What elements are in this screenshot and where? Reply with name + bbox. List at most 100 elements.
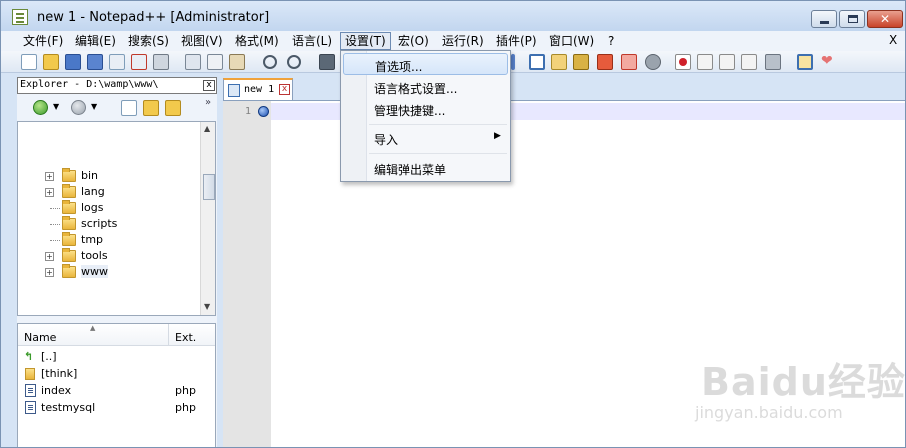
file-list-row[interactable]: ↰ [..] [18, 348, 215, 365]
tree-item[interactable]: scripts [18, 216, 200, 232]
play-multiple-icon[interactable] [741, 54, 757, 70]
close-window-button[interactable]: ✕ [867, 10, 903, 28]
menu-item-import[interactable]: 导入 ▶ [343, 127, 508, 149]
menu-item-style-configurator[interactable]: 语言格式设置... [343, 76, 508, 98]
file-icon [25, 401, 36, 414]
cut-icon[interactable] [185, 54, 201, 70]
play-macro-icon[interactable] [719, 54, 735, 70]
menu-settings[interactable]: 设置(T) [340, 32, 391, 50]
unsaved-file-icon [228, 84, 240, 97]
menu-item-label: 编辑弹出菜单 [374, 163, 447, 177]
menu-item-label: 管理快捷键... [374, 104, 446, 118]
file-list: ▲ Name Ext. ↰ [..] [think] index php testmysq… [17, 323, 216, 447]
save-icon[interactable] [65, 54, 81, 70]
indent-guide-icon[interactable] [551, 54, 567, 70]
minimize-button[interactable] [811, 10, 837, 28]
explorer-toolbar: ▼ ▼ » [17, 97, 217, 119]
paste-icon[interactable] [229, 54, 245, 70]
save-all-icon[interactable] [87, 54, 103, 70]
menu-file[interactable]: 文件(F) [19, 33, 67, 49]
column-separator[interactable] [168, 324, 169, 346]
explorer-title: Explorer - D:\wamp\www\ [20, 79, 159, 90]
show-all-chars-icon[interactable] [529, 54, 545, 70]
record-macro-icon[interactable] [675, 54, 691, 70]
back-icon[interactable] [33, 100, 48, 115]
tab-new-1[interactable]: new 1 x [223, 78, 293, 100]
new-file-icon[interactable] [21, 54, 37, 70]
tree-item-label: www [81, 265, 108, 278]
expand-icon[interactable]: + [45, 188, 54, 197]
menu-item-preferences[interactable]: 首选项... [343, 53, 508, 75]
submenu-arrow-icon: ▶ [494, 131, 501, 141]
monitoring-icon[interactable] [645, 54, 661, 70]
close-document-button[interactable]: X [889, 33, 897, 47]
heart-icon[interactable]: ❤ [821, 54, 837, 70]
print-icon[interactable] [153, 54, 169, 70]
forward-dropdown-icon[interactable]: ▼ [91, 102, 97, 111]
expand-icon[interactable]: + [45, 268, 54, 277]
title-bar[interactable]: new 1 - Notepad++ [Administrator] ✕ [1, 1, 905, 31]
back-dropdown-icon[interactable]: ▼ [53, 102, 59, 111]
tree-item-label: tools [81, 249, 108, 262]
new-file-explorer-icon[interactable] [121, 100, 137, 116]
file-list-row[interactable]: index php [18, 382, 215, 399]
forward-icon[interactable] [71, 100, 86, 115]
scroll-up-icon[interactable]: ▲ [204, 124, 210, 133]
close-file-icon[interactable] [109, 54, 125, 70]
menu-plugins[interactable]: 插件(P) [492, 33, 541, 49]
menu-macro[interactable]: 宏(O) [394, 33, 433, 49]
wrap-icon[interactable] [511, 54, 515, 70]
column-name[interactable]: Name [24, 331, 56, 344]
menu-window[interactable]: 窗口(W) [545, 33, 598, 49]
notepad-app-icon [12, 9, 28, 25]
stop-macro-icon[interactable] [697, 54, 713, 70]
expand-icon[interactable]: + [45, 252, 54, 261]
expand-icon[interactable]: + [45, 172, 54, 181]
folder-icon [62, 264, 76, 278]
bookmark-icon[interactable] [258, 106, 269, 117]
explorer-close-button[interactable]: x [203, 80, 215, 91]
tree-item[interactable]: + www [18, 264, 200, 280]
menu-edit[interactable]: 编辑(E) [71, 33, 120, 49]
scroll-thumb[interactable] [203, 174, 215, 200]
explorer-panel-icon[interactable] [797, 54, 813, 70]
open-file-icon[interactable] [43, 54, 59, 70]
save-macro-icon[interactable] [765, 54, 781, 70]
copy-icon[interactable] [207, 54, 223, 70]
folder-icon [62, 216, 76, 230]
line-number: 1 [245, 106, 252, 117]
tab-close-button[interactable]: x [279, 84, 290, 95]
tree-item-label: logs [81, 201, 104, 214]
menu-view[interactable]: 视图(V) [177, 33, 227, 49]
open-folder-icon[interactable] [165, 100, 181, 116]
menu-search[interactable]: 搜索(S) [124, 33, 173, 49]
tree-item[interactable]: logs [18, 200, 200, 216]
more-chevron-icon[interactable]: » [205, 97, 211, 108]
file-list-row[interactable]: [think] [18, 365, 215, 382]
tree-item[interactable]: + tools [18, 248, 200, 264]
close-all-icon[interactable] [131, 54, 147, 70]
folder-workspace-icon[interactable] [621, 54, 637, 70]
scroll-down-icon[interactable]: ▼ [204, 302, 210, 311]
function-list-icon[interactable] [597, 54, 613, 70]
tree-item[interactable]: tmp [18, 232, 200, 248]
file-list-row[interactable]: testmysql php [18, 399, 215, 416]
menu-format[interactable]: 格式(M) [231, 33, 283, 49]
tree-item[interactable]: + lang [18, 184, 200, 200]
menu-item-shortcut-mapper[interactable]: 管理快捷键... [343, 98, 508, 120]
tree-scrollbar[interactable]: ▲ ▼ [200, 122, 215, 315]
new-folder-icon[interactable] [143, 100, 159, 116]
tree-item-label: tmp [81, 233, 104, 246]
tree-item[interactable]: + bin [18, 168, 200, 184]
file-icon [25, 384, 36, 397]
find-icon[interactable] [319, 54, 335, 70]
maximize-button[interactable] [839, 10, 865, 28]
doc-map-icon[interactable] [573, 54, 589, 70]
menu-item-edit-popup-menu[interactable]: 编辑弹出菜单 [343, 157, 508, 179]
menu-language[interactable]: 语言(L) [288, 33, 336, 49]
column-ext[interactable]: Ext. [175, 331, 196, 344]
redo-icon[interactable] [287, 55, 301, 69]
menu-run[interactable]: 运行(R) [438, 33, 488, 49]
undo-icon[interactable] [263, 55, 277, 69]
menu-help[interactable]: ? [604, 33, 618, 49]
